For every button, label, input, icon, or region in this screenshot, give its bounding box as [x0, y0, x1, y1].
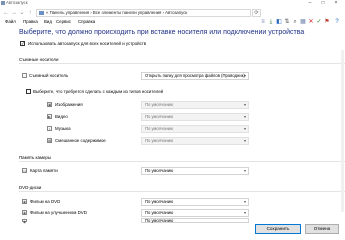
- music-icon: ♪: [47, 126, 52, 131]
- up-arrow-icon[interactable]: ↑: [26, 9, 34, 17]
- select-value: По умолчанию: [145, 210, 174, 215]
- video-label: Видео: [55, 114, 68, 119]
- music-select[interactable]: По умолчанию ▾: [141, 125, 249, 133]
- mixed-content-icon: ▤: [47, 138, 52, 143]
- dvd-section-title: DVD-диски: [19, 185, 42, 190]
- properties-icon[interactable]: ≡: [259, 18, 267, 26]
- memory-card-select[interactable]: По умолчанию ▾: [141, 167, 249, 175]
- menu-edit[interactable]: Правка: [23, 19, 38, 24]
- memory-card-label: Карта памяти: [30, 168, 58, 173]
- video-icon: ▶: [47, 114, 52, 119]
- removable-section-title: Съемные носители: [19, 57, 59, 62]
- removable-drive-select[interactable]: Открыть папку для просмотра файлов (Пров…: [141, 72, 249, 80]
- page-heading: Выберите, что должно происходить при вст…: [19, 29, 305, 36]
- download-icon[interactable]: ⤓: [267, 18, 275, 26]
- select-value: По умолчанию: [145, 102, 174, 107]
- scrollbar[interactable]: [341, 50, 344, 212]
- chevron-down-icon: ▾: [243, 168, 246, 173]
- autoplay-app-icon: [1, 1, 5, 5]
- pictures-label: Изображения: [55, 102, 83, 107]
- delete-icon[interactable]: ✕: [307, 18, 315, 26]
- chevron-down-icon: ▾: [243, 199, 246, 204]
- select-value: По умолчанию: [145, 138, 174, 143]
- save-button[interactable]: Сохранить: [255, 224, 301, 234]
- mixed-content-select[interactable]: По умолчанию ▾: [141, 137, 249, 145]
- address-path[interactable]: « Панель управления › Все элементы панел…: [36, 9, 251, 17]
- forward-arrow-icon[interactable]: →: [10, 9, 18, 17]
- select-value: Открыть папку для просмотра файлов (Пров…: [145, 73, 245, 78]
- window-title: Автозапуск: [6, 0, 28, 5]
- dvd-icon: ◉: [22, 210, 27, 215]
- music-label: Музыка: [55, 126, 71, 131]
- dvd-partial-select[interactable]: По умолчанию: [141, 218, 249, 223]
- menu-view[interactable]: Вид: [44, 19, 52, 24]
- chevron-down-icon: ▾: [243, 73, 246, 78]
- flag-icon[interactable]: ⚑: [323, 18, 331, 26]
- title-bar: Автозапуск – □ ×: [0, 0, 345, 7]
- refresh-icon[interactable]: ⟳: [252, 9, 261, 17]
- menu-help[interactable]: Справка: [78, 19, 95, 24]
- sort-icon[interactable]: ⇅: [283, 18, 291, 26]
- camera-section-title: Память камеры: [19, 155, 52, 160]
- section-divider: [19, 63, 345, 64]
- address-path-text: « Панель управления › Все элементы панел…: [46, 10, 188, 15]
- enhanced-dvd-label: Фильм на улучшенном DVD: [30, 210, 87, 215]
- select-value: По умолчанию: [145, 168, 174, 173]
- per-content-label: Выберите, что требуется сделать с каждым…: [33, 89, 164, 94]
- address-bar: ← → ⌄ ↑ « Панель управления › Все элемен…: [0, 8, 345, 18]
- menu-tools[interactable]: Сервис: [56, 19, 71, 24]
- memory-card-icon: ▭: [22, 168, 27, 173]
- chevron-down-icon: ▾: [243, 210, 246, 215]
- dvd-icon: ◉: [22, 199, 27, 204]
- back-arrow-icon[interactable]: ←: [2, 9, 10, 17]
- pictures-icon: ▣: [47, 102, 52, 107]
- grid-icon[interactable]: ▦: [299, 18, 307, 26]
- dvd-movie-select[interactable]: По умолчанию ▾: [141, 198, 249, 206]
- close-button[interactable]: ×: [331, 0, 341, 7]
- chevron-down-icon: ▾: [243, 126, 246, 131]
- recent-locations-icon[interactable]: ⌄: [18, 9, 26, 17]
- chevron-down-icon: ▾: [243, 114, 246, 119]
- select-value: По умолчанию: [145, 218, 174, 223]
- section-divider: [19, 161, 345, 162]
- search-icon[interactable]: ⌕: [291, 18, 299, 26]
- menu-bar: Файл Правка Вид Сервис Справка ≡ ⤓ ◧ ⇅ ⌕…: [0, 18, 345, 27]
- pictures-select[interactable]: По умолчанию ▾: [141, 101, 249, 109]
- removable-drive-icon: [22, 73, 27, 78]
- dvd-icon: ◉: [22, 219, 27, 224]
- enhanced-dvd-select[interactable]: По умолчанию ▾: [141, 209, 249, 217]
- video-select[interactable]: По умолчанию ▾: [141, 113, 249, 121]
- dvd-movie-label: Фильм на DVD: [30, 199, 61, 204]
- help-icon[interactable]: ?: [333, 18, 341, 26]
- use-autoplay-label: Использовать автозапуск для всех носител…: [28, 41, 147, 46]
- chevron-down-icon: ▾: [243, 102, 246, 107]
- chevron-down-icon: ▾: [243, 138, 246, 143]
- use-autoplay-checkbox[interactable]: ✓: [20, 41, 25, 46]
- maximize-button[interactable]: □: [318, 0, 328, 7]
- select-value: По умолчанию: [145, 114, 174, 119]
- view-icon[interactable]: ◧: [275, 18, 283, 26]
- select-value: По умолчанию: [145, 199, 174, 204]
- removable-drive-label: Съемный носитель: [29, 73, 69, 78]
- minimize-button[interactable]: –: [305, 0, 315, 7]
- cancel-button[interactable]: Отмена: [305, 224, 339, 234]
- checkmark-icon[interactable]: ✓: [315, 18, 323, 26]
- per-content-checkbox[interactable]: [26, 89, 31, 94]
- mixed-content-label: Смешанное содержимое: [55, 138, 106, 143]
- menu-file[interactable]: Файл: [5, 19, 16, 24]
- select-value: По умолчанию: [145, 126, 174, 131]
- control-panel-icon: [39, 11, 44, 15]
- section-divider: [19, 191, 345, 192]
